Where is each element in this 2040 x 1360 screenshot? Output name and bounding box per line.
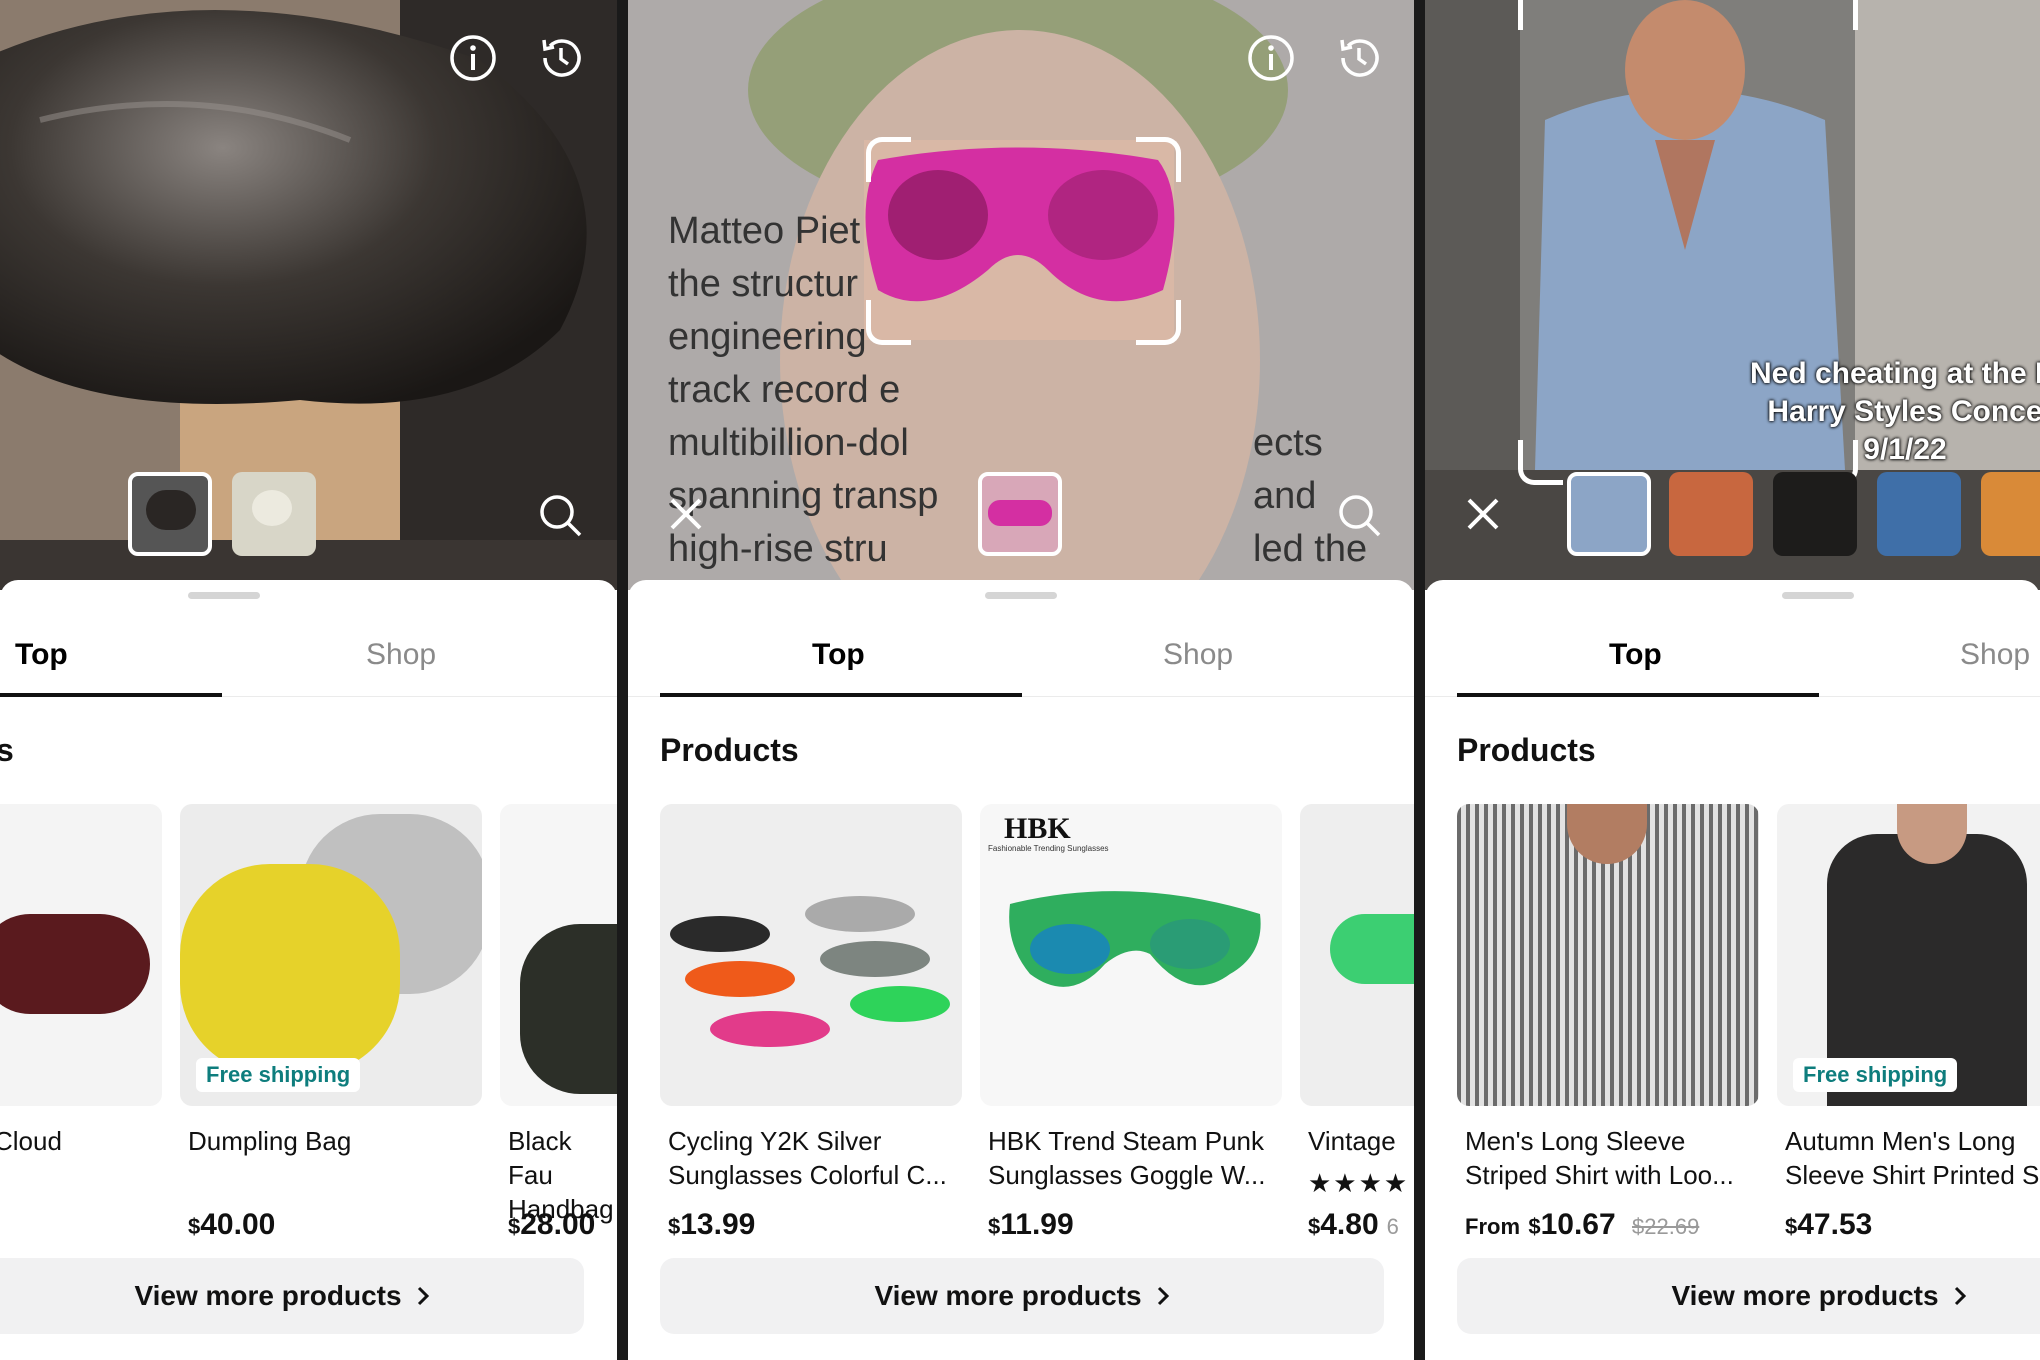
view-more-products-button[interactable]: View more products [1457,1258,2040,1334]
sheet-handle[interactable] [188,592,260,599]
close-icon[interactable] [664,492,708,536]
history-icon[interactable] [535,32,587,84]
crop-frame-corner[interactable] [1136,300,1181,345]
product-image[interactable] [660,804,962,1106]
rating-stars: ★★★★ [1308,1168,1410,1198]
section-title: Products [660,732,799,768]
section-title: s [0,732,14,768]
close-icon[interactable] [1461,492,1505,536]
product-title[interactable]: HBK Trend Steam Punk Sunglasses Goggle W… [988,1124,1278,1192]
product-price: $4.80 6 [1308,1208,1399,1241]
sheet-handle[interactable] [985,592,1057,599]
panel-sunglasses: Matteo Piet the structur engineering tra… [628,0,1414,1360]
product-image[interactable]: Free shipping [1777,804,2040,1106]
chevron-right-icon [417,1286,429,1306]
search-icon[interactable] [535,490,587,542]
tab-underline [0,693,222,697]
chevron-right-icon [1157,1286,1169,1306]
chevron-right-icon [1954,1286,1966,1306]
tab-underline [660,693,1022,697]
crop-frame-corner[interactable] [1813,0,1858,30]
view-more-label: View more products [1671,1280,1939,1311]
view-more-label: View more products [134,1280,402,1311]
panel-shirt: Ned cheating at the M Harry Styles Conce… [1425,0,2040,1360]
thumbnail-black-shirt[interactable] [1773,472,1857,556]
video-frame: Matteo Piet the structur engineering tra… [628,0,1414,590]
panel-divider [617,0,628,1360]
thumbnail-bag[interactable] [128,472,212,556]
original-price: $22.69 [1632,1214,1700,1239]
results-sheet: Top Shop s Cloud Free shipping Dumpling … [0,580,617,1360]
product-price: $28.00 [508,1208,596,1241]
product-title[interactable]: Autumn Men's Long Sleeve Shirt Printed S [1785,1124,2040,1192]
crop-frame-corner[interactable] [866,137,911,182]
thumbnail-flowers[interactable] [232,472,316,556]
product-image[interactable]: HBK Fashionable Trending Sunglasses [980,804,1282,1106]
video-frame: Ned cheating at the M Harry Styles Conce… [1425,0,2040,590]
product-price: $40.00 [188,1208,276,1241]
product-title[interactable]: Vintage [1308,1124,1414,1158]
thumbnail-orange[interactable] [1981,472,2040,556]
section-title: Products [1457,732,1596,768]
tab-top[interactable]: Top [15,638,68,672]
product-image[interactable] [0,804,162,1106]
tab-top[interactable]: Top [1609,638,1662,672]
panel-bag: Top Shop s Cloud Free shipping Dumpling … [0,0,617,1360]
search-icon[interactable] [1334,490,1386,542]
sheet-handle[interactable] [1782,592,1854,599]
tab-underline [1457,693,1819,697]
product-title[interactable]: Dumpling Bag [188,1124,478,1158]
results-sheet: Top Shop Products Men's Long Sleeve Stri… [1425,580,2040,1360]
history-icon[interactable] [1333,32,1385,84]
product-title[interactable]: Men's Long Sleeve Striped Shirt with Loo… [1465,1124,1755,1192]
product-image[interactable] [1457,804,1759,1106]
thumbnail-sunglasses[interactable] [978,472,1062,556]
crop-frame-corner[interactable] [1518,440,1563,485]
product-price: $13.99 [668,1208,756,1241]
panel-divider [1414,0,1425,1360]
tab-shop[interactable]: Shop [1163,638,1233,672]
thumbnail-orange-top[interactable] [1669,472,1753,556]
video-caption: Ned cheating at the M Harry Styles Conce… [1749,357,2040,466]
free-shipping-badge: Free shipping [1793,1058,1958,1092]
video-overlay-text: Matteo Piet the structur engineering tra… [668,210,939,570]
product-image[interactable] [500,804,617,1106]
info-icon[interactable] [1245,32,1297,84]
view-more-label: View more products [874,1280,1142,1311]
product-title[interactable]: Cycling Y2K Silver Sunglasses Colorful C… [668,1124,958,1192]
view-more-products-button[interactable]: View more products [660,1258,1384,1334]
tab-top[interactable]: Top [812,638,865,672]
crop-frame-corner[interactable] [1136,137,1181,182]
crop-frame-corner[interactable] [866,300,911,345]
view-more-products-button[interactable]: View more products [0,1258,584,1334]
product-image[interactable] [1300,804,1414,1106]
tab-shop[interactable]: Shop [366,638,436,672]
video-frame [0,0,617,590]
free-shipping-badge: Free shipping [196,1058,361,1092]
thumbnail-blue-pattern[interactable] [1877,472,1961,556]
results-sheet: Top Shop Products Cycling Y2K Silver Sun… [628,580,1414,1360]
product-price: From $10.67 $22.69 [1465,1208,1700,1241]
tab-shop[interactable]: Shop [1960,638,2030,672]
thumbnail-shirt[interactable] [1567,472,1651,556]
product-price: $47.53 [1785,1208,1873,1241]
product-image[interactable]: Free shipping [180,804,482,1106]
info-icon[interactable] [447,32,499,84]
product-price: $11.99 [988,1208,1074,1241]
crop-frame-corner[interactable] [1518,0,1563,30]
